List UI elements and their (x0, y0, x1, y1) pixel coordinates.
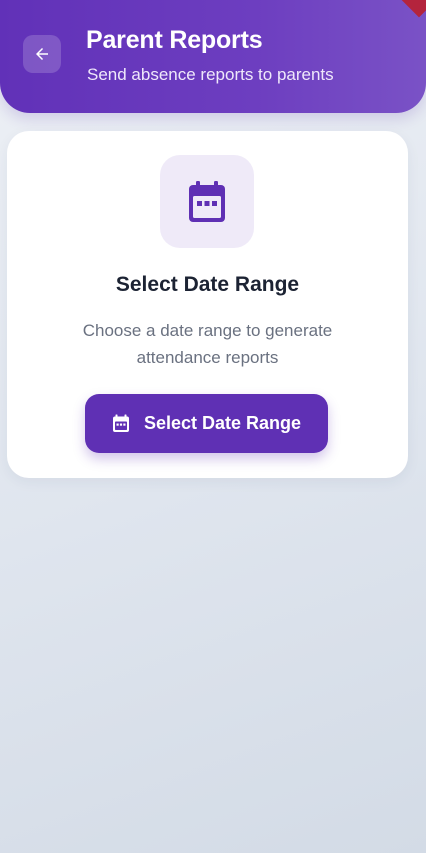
card-title: Select Date Range (115, 273, 300, 296)
back-button[interactable] (23, 35, 61, 73)
corner-ribbon (400, 0, 426, 18)
date-range-card: Select Date Range Choose a date range to… (7, 131, 408, 478)
calendar-icon-tile (160, 155, 254, 248)
card-description: Choose a date range to generate attendan… (82, 321, 333, 367)
page-subtitle: Send absence reports to parents (87, 65, 334, 84)
arrow-left-icon (36, 48, 48, 60)
select-date-range-button[interactable]: Select Date Range (85, 394, 328, 453)
page-title: Parent Reports (86, 26, 263, 54)
calendar-icon (112, 414, 129, 432)
app-header: Parent Reports Send absence reports to p… (0, 0, 426, 113)
calendar-icon (189, 180, 225, 222)
select-date-range-button-label: Select Date Range (143, 413, 302, 433)
